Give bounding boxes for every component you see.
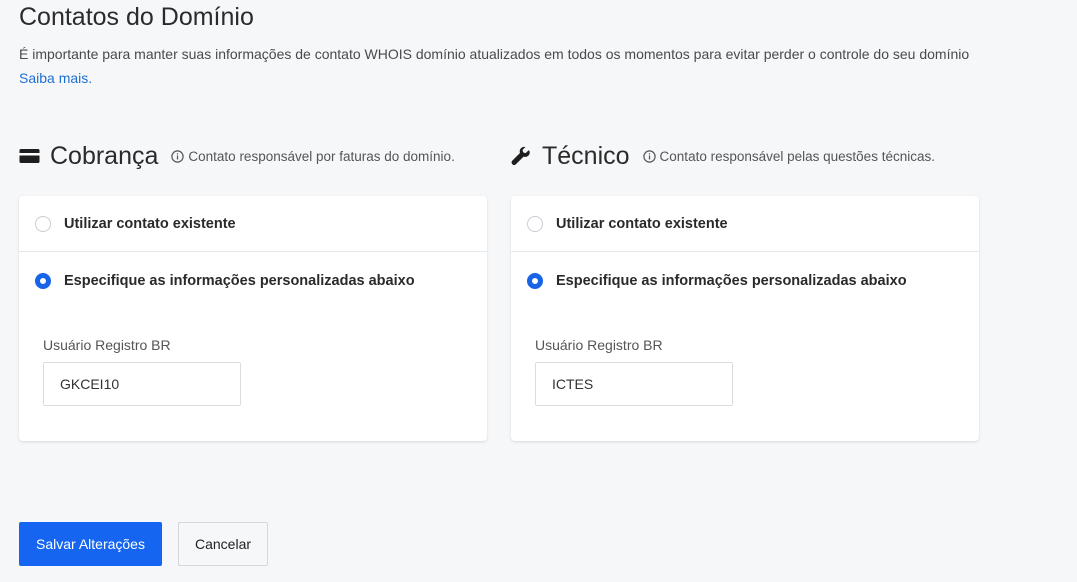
cancel-button[interactable]: Cancelar [178,522,268,566]
intro-text: É importante para manter suas informaçõe… [19,46,970,62]
billing-option-existing-label: Utilizar contato existente [64,215,236,232]
technical-radio-existing[interactable] [527,215,543,232]
billing-radio-existing[interactable] [35,215,51,232]
learn-more-link[interactable]: Saiba mais. [19,70,92,86]
billing-radio-custom[interactable] [35,273,51,289]
billing-option-custom-label: Especifique as informações personalizada… [64,273,415,289]
technical-hint-text: Contato responsável pelas questões técni… [659,148,935,164]
wrench-icon [510,145,532,167]
billing-option-existing[interactable]: Utilizar contato existente [19,196,487,252]
billing-panel: Utilizar contato existente Especifique a… [19,196,487,441]
technical-option-custom-label: Especifique as informações personalizada… [556,273,907,289]
billing-hint: Contato responsável por faturas do domín… [171,148,455,164]
billing-section-header: Cobrança Contato responsável por faturas… [18,140,455,172]
technical-panel: Utilizar contato existente Especifique a… [511,196,979,441]
billing-hint-text: Contato responsável por faturas do domín… [188,148,455,164]
technical-radio-custom[interactable] [527,273,543,289]
page-title: Contatos do Domínio [19,3,254,31]
billing-registro-input[interactable] [43,362,241,406]
info-icon [642,149,656,163]
billing-registro-label: Usuário Registro BR [43,337,171,353]
technical-option-custom[interactable]: Especifique as informações personalizada… [511,253,979,309]
technical-registro-label: Usuário Registro BR [535,337,663,353]
save-changes-button[interactable]: Salvar Alterações [19,522,162,566]
technical-option-existing-label: Utilizar contato existente [556,215,728,232]
credit-card-icon [18,145,40,167]
billing-option-custom[interactable]: Especifique as informações personalizada… [19,253,487,309]
technical-heading: Técnico [542,141,630,170]
technical-hint: Contato responsável pelas questões técni… [642,148,935,164]
info-icon [171,149,185,163]
technical-option-existing[interactable]: Utilizar contato existente [511,196,979,252]
technical-section-header: Técnico Contato responsável pelas questõ… [510,140,935,172]
technical-registro-input[interactable] [535,362,733,406]
billing-heading: Cobrança [50,141,159,170]
